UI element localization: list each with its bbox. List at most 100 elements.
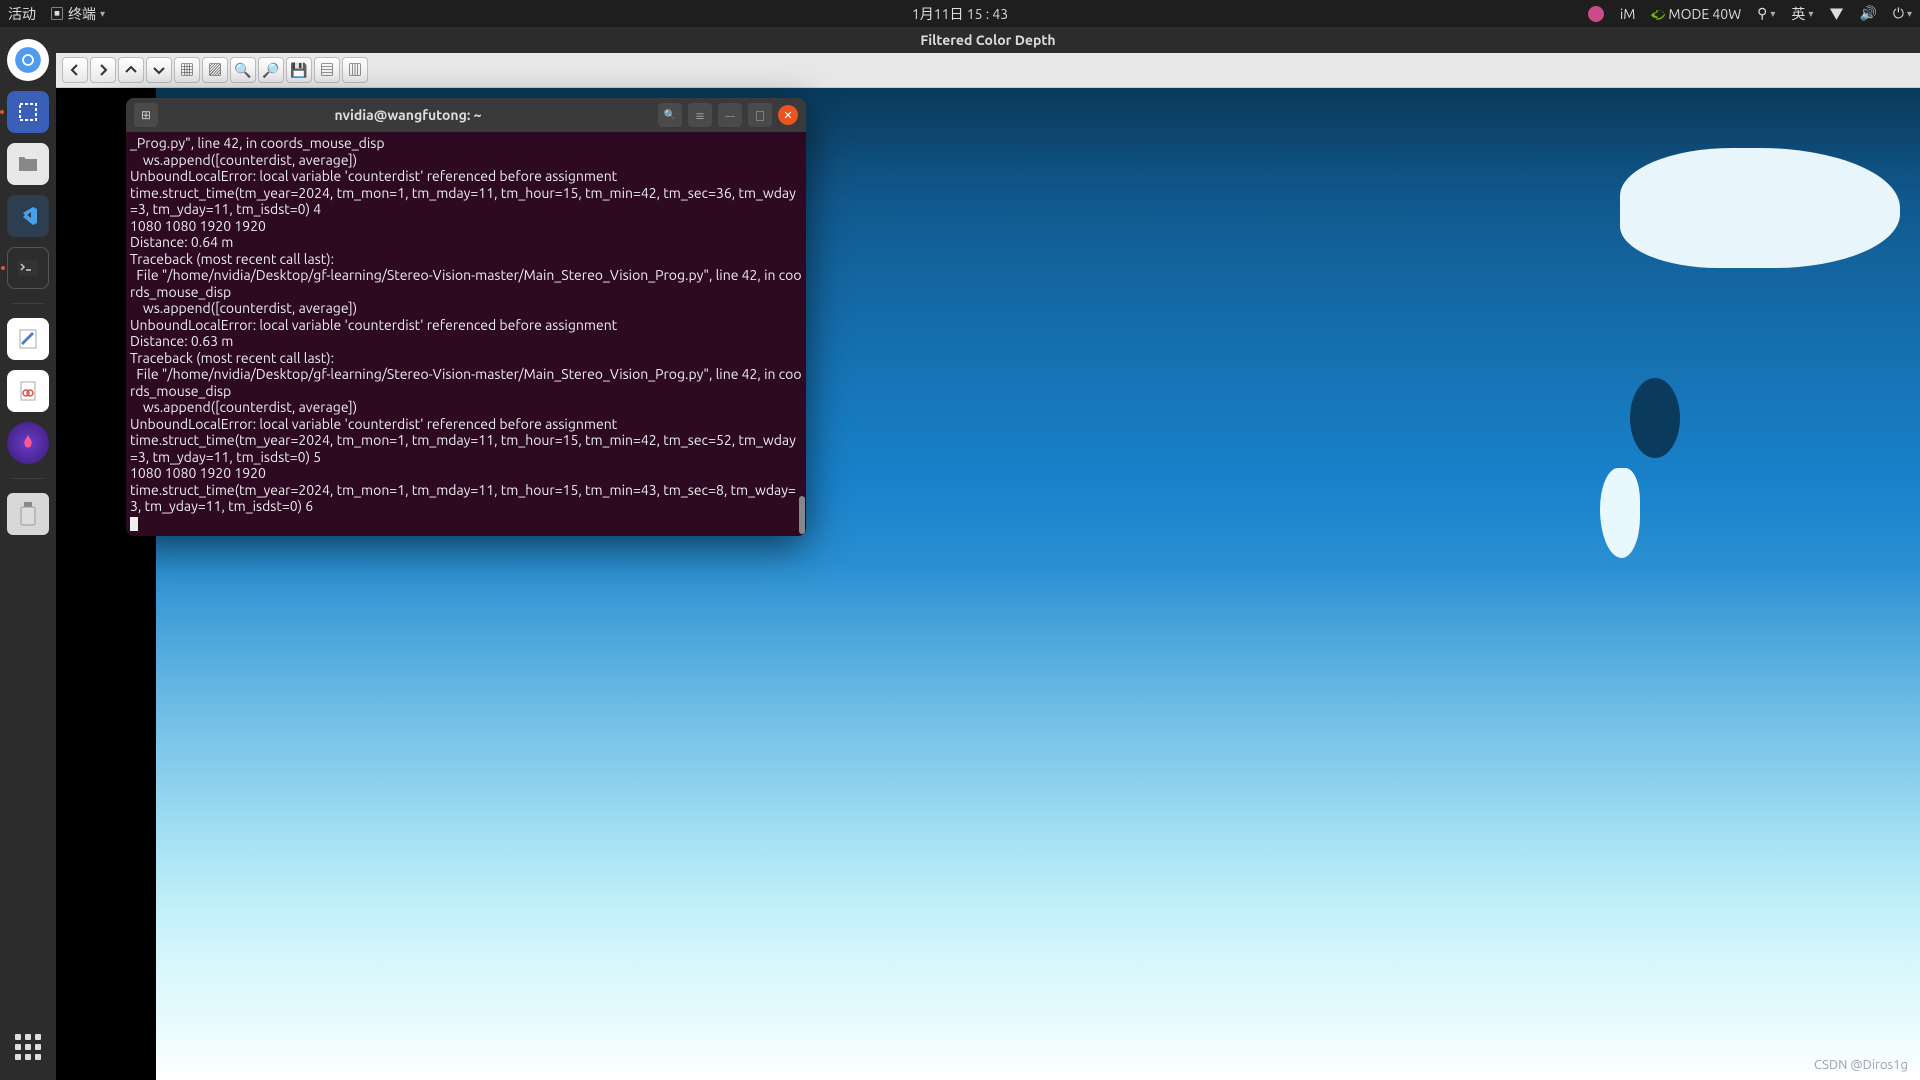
zoom-out-icon: 🔎: [262, 62, 279, 79]
terminal-line: time.struct_time(tm_year=2024, tm_mon=1,…: [130, 432, 802, 465]
save-button[interactable]: 💾: [286, 57, 312, 83]
show-applications-button[interactable]: [7, 1026, 49, 1068]
terminal-icon: [16, 256, 40, 280]
dock-evince[interactable]: [7, 370, 49, 412]
tool-button-1[interactable]: ▤: [314, 57, 340, 83]
terminal-line: Traceback (most recent call last):: [130, 251, 802, 268]
input-method-indicator[interactable]: iM: [1620, 6, 1636, 22]
clock[interactable]: 1月11日 15 : 43: [912, 4, 1008, 24]
terminal-line: 1080 1080 1920 1920: [130, 218, 802, 235]
terminal-title: nvidia@wangfutong: ~: [164, 107, 652, 123]
window-title: Filtered Color Depth: [920, 32, 1055, 48]
dock-screenshot[interactable]: [7, 91, 49, 133]
network-indicator[interactable]: ▼: [1829, 4, 1843, 24]
watermark: CSDN @Diros1g: [1814, 1058, 1908, 1072]
pink-dot-icon: [1588, 6, 1604, 22]
volume-indicator[interactable]: 🔊: [1859, 5, 1876, 22]
dock-vscode[interactable]: [7, 195, 49, 237]
app-menu[interactable]: ▣ 终端 ▾: [50, 4, 105, 24]
ime-menu[interactable]: 英▾: [1791, 4, 1813, 24]
terminal-scrollbar[interactable]: [797, 132, 805, 536]
new-tab-button[interactable]: ⊞: [134, 103, 158, 127]
terminal-titlebar[interactable]: ⊞ nvidia@wangfutong: ~ 🔍 ≡ ─ □ ✕: [126, 98, 806, 132]
dock-separator: [13, 303, 43, 304]
terminal-line: File "/home/nvidia/Desktop/gf-learning/S…: [130, 366, 802, 399]
nvidia-icon: [1651, 7, 1665, 21]
app-menu-label: 终端: [68, 4, 96, 24]
nvidia-mode-indicator[interactable]: MODE 40W: [1651, 6, 1741, 22]
dock-flame[interactable]: [7, 422, 49, 464]
terminal-line: time.struct_time(tm_year=2024, tm_mon=1,…: [130, 185, 802, 218]
dock-chromium[interactable]: [7, 39, 49, 81]
nav-up-button[interactable]: [118, 57, 144, 83]
depth-blob: [1620, 148, 1900, 268]
accessibility-icon: ⚲: [1757, 5, 1767, 22]
terminal-line: ws.append([counterdist, average]): [130, 399, 802, 416]
dock-text-editor[interactable]: [7, 318, 49, 360]
terminal-line: time.struct_time(tm_year=2024, tm_mon=1,…: [130, 482, 802, 515]
maximize-icon: □: [755, 108, 765, 123]
view-button-2[interactable]: ▨: [202, 57, 228, 83]
save-icon: 💾: [290, 62, 307, 79]
accessibility-menu[interactable]: ⚲▾: [1757, 5, 1775, 22]
close-icon: ✕: [783, 109, 792, 122]
zoom-in-icon: 🔍: [234, 62, 251, 79]
scrollbar-thumb[interactable]: [799, 496, 805, 534]
terminal-line: UnboundLocalError: local variable 'count…: [130, 317, 802, 334]
document-viewer-icon: [16, 379, 40, 403]
dock: [0, 27, 56, 1080]
status-indicator[interactable]: [1588, 6, 1604, 22]
dock-separator: [13, 478, 43, 479]
gedit-icon: [16, 327, 40, 351]
ime-label: 英: [1791, 4, 1805, 24]
dock-usb-drive[interactable]: [7, 493, 49, 535]
image-viewer-toolbar: ▦ ▨ 🔍 🔎 💾 ▤ ▥: [56, 53, 1920, 88]
view-button-1[interactable]: ▦: [174, 57, 200, 83]
terminal-body[interactable]: _Prog.py", line 42, in coords_mouse_disp…: [126, 132, 806, 536]
terminal-line: Traceback (most recent call last):: [130, 350, 802, 367]
volume-icon: 🔊: [1859, 5, 1876, 22]
terminal-line: File "/home/nvidia/Desktop/gf-learning/S…: [130, 267, 802, 300]
zoom-out-button[interactable]: 🔎: [258, 57, 284, 83]
terminal-window[interactable]: ⊞ nvidia@wangfutong: ~ 🔍 ≡ ─ □ ✕ _Prog.p…: [126, 98, 806, 536]
power-menu[interactable]: ⏻▾: [1893, 5, 1912, 22]
terminal-line: Distance: 0.63 m: [130, 333, 802, 350]
screenshot-icon: [16, 100, 40, 124]
close-button[interactable]: ✕: [778, 105, 798, 125]
tool-button-2[interactable]: ▥: [342, 57, 368, 83]
depth-blob: [1600, 468, 1640, 558]
terminal-line: UnboundLocalError: local variable 'count…: [130, 168, 802, 185]
terminal-line: _Prog.py", line 42, in coords_mouse_disp: [130, 135, 802, 152]
search-button[interactable]: 🔍: [658, 103, 682, 127]
vscode-icon: [16, 204, 40, 228]
depth-blob: [1630, 378, 1680, 458]
dock-terminal[interactable]: [7, 247, 49, 289]
terminal-small-icon: ▣: [50, 4, 64, 24]
maximize-button[interactable]: □: [748, 103, 772, 127]
power-icon: ⏻: [1893, 5, 1904, 22]
chevron-down-icon: ▾: [1808, 8, 1813, 20]
terminal-line: UnboundLocalError: local variable 'count…: [130, 416, 802, 433]
nav-back-button[interactable]: [62, 57, 88, 83]
window-titlebar: Filtered Color Depth: [56, 27, 1920, 53]
top-panel: 活动 ▣ 终端 ▾ 1月11日 15 : 43 iM MODE 40W ⚲▾ 英…: [0, 0, 1920, 27]
chevron-down-icon: ▾: [100, 8, 105, 20]
files-icon: [16, 152, 40, 176]
nav-down-button[interactable]: [146, 57, 172, 83]
activities-button[interactable]: 活动: [8, 4, 36, 24]
minimize-button[interactable]: ─: [718, 103, 742, 127]
terminal-cursor: [130, 517, 138, 531]
search-icon: 🔍: [664, 109, 676, 121]
chevron-down-icon: ▾: [1907, 8, 1912, 20]
dock-files[interactable]: [7, 143, 49, 185]
usb-icon: [18, 501, 38, 527]
terminal-line: ws.append([counterdist, average]): [130, 300, 802, 317]
new-tab-icon: ⊞: [141, 108, 151, 122]
zoom-in-button[interactable]: 🔍: [230, 57, 256, 83]
mode-label: MODE 40W: [1668, 6, 1741, 22]
wifi-icon: ▼: [1829, 4, 1843, 24]
terminal-line: 1080 1080 1920 1920: [130, 465, 802, 482]
chevron-down-icon: ▾: [1770, 8, 1775, 20]
hamburger-menu-button[interactable]: ≡: [688, 103, 712, 127]
nav-forward-button[interactable]: [90, 57, 116, 83]
